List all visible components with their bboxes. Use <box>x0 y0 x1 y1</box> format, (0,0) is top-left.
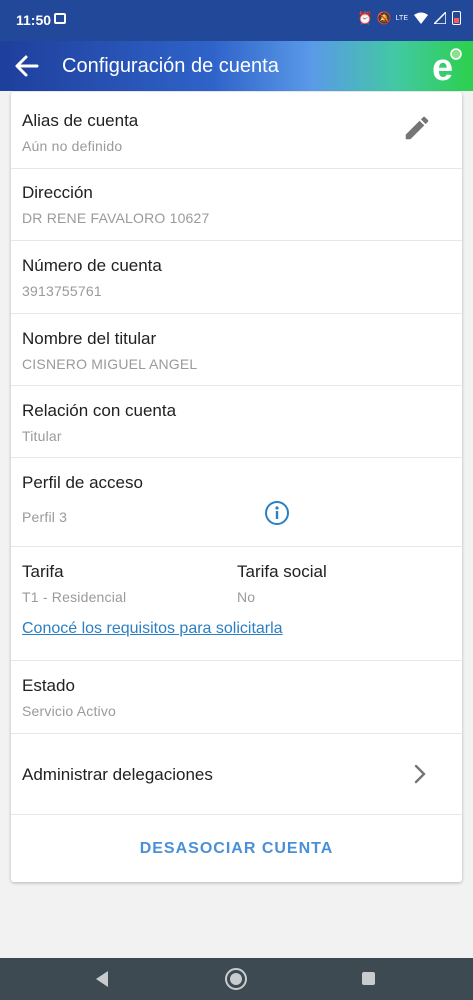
access-profile-value: Perfil 3 <box>22 509 68 525</box>
account-number-label: Número de cuenta <box>22 256 162 275</box>
brand-logo-letter: e <box>432 47 453 86</box>
account-number-row: Número de cuenta 3913755761 <box>11 241 462 314</box>
info-icon[interactable] <box>264 500 290 526</box>
app-bar: Configuración de cuenta e <box>0 41 473 91</box>
state-value: Servicio Activo <box>22 703 117 719</box>
tariff-label: Tarifa <box>22 562 64 581</box>
address-label: Dirección <box>22 183 93 202</box>
social-tariff-value: No <box>237 589 256 605</box>
access-profile-label: Perfil de acceso <box>22 473 143 492</box>
social-tariff-label: Tarifa social <box>237 562 327 581</box>
notification-app-icon <box>54 13 66 24</box>
alias-row: Alias de cuenta Aún no definido <box>11 92 462 169</box>
battery-icon <box>452 11 461 25</box>
holder-name-value: CISNERO MIGUEL ANGEL <box>22 356 198 372</box>
nav-home-icon[interactable] <box>224 967 248 991</box>
status-bar: 11:50 ⏰ 🔕 LTE <box>0 0 473 41</box>
chevron-right-icon <box>414 764 426 784</box>
system-nav-bar <box>0 958 473 1000</box>
lte-icon: LTE <box>395 14 408 22</box>
relation-value: Titular <box>22 428 62 444</box>
address-value: DR RENE FAVALORO 10627 <box>22 210 210 226</box>
status-icons: ⏰ 🔕 LTE <box>358 11 461 25</box>
account-settings-card: Alias de cuenta Aún no definido Direcció… <box>11 92 462 882</box>
signal-icon <box>434 12 446 24</box>
holder-name-label: Nombre del titular <box>22 329 157 348</box>
tariff-value: T1 - Residencial <box>22 589 127 605</box>
alarm-icon: ⏰ <box>357 10 373 25</box>
address-row: Dirección DR RENE FAVALORO 10627 <box>11 169 462 241</box>
unlink-account-button[interactable]: DESASOCIAR CUENTA <box>11 815 462 883</box>
status-time: 11:50 <box>16 12 52 28</box>
account-number-value: 3913755761 <box>22 283 102 299</box>
state-row: Estado Servicio Activo <box>11 661 462 734</box>
back-arrow-icon[interactable] <box>12 51 42 81</box>
alias-label: Alias de cuenta <box>22 111 139 130</box>
requirements-link[interactable]: Conocé los requisitos para solicitarla <box>22 620 283 638</box>
manage-delegations-label: Administrar delegaciones <box>22 765 213 784</box>
manage-delegations-row[interactable]: Administrar delegaciones <box>11 734 462 815</box>
mute-icon: 🔕 <box>376 10 392 25</box>
nav-recents-icon[interactable] <box>362 972 375 985</box>
holder-name-row: Nombre del titular CISNERO MIGUEL ANGEL <box>11 314 462 386</box>
access-profile-row: Perfil de acceso Perfil 3 <box>11 458 462 547</box>
tariff-row: Tarifa T1 - Residencial Tarifa social No… <box>11 547 462 661</box>
edit-pencil-icon[interactable] <box>402 113 432 143</box>
page-title: Configuración de cuenta <box>62 55 279 77</box>
relation-row: Relación con cuenta Titular <box>11 386 462 458</box>
relation-label: Relación con cuenta <box>22 401 177 420</box>
alias-value: Aún no definido <box>22 138 123 154</box>
wifi-icon <box>414 12 428 24</box>
nav-back-icon[interactable] <box>94 970 110 988</box>
brand-logo-icon: e <box>432 47 462 86</box>
state-label: Estado <box>22 676 75 695</box>
